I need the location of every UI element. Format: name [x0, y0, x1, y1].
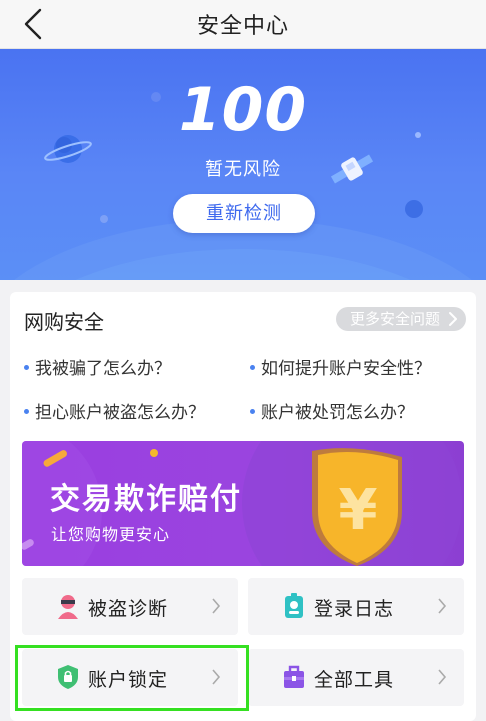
chevron-right-icon: [438, 669, 447, 685]
nav-bar: 安全中心: [0, 0, 486, 49]
chevron-right-icon: [212, 669, 221, 685]
badge-icon: [285, 593, 303, 618]
chevron-right-icon: [438, 598, 447, 614]
recheck-button[interactable]: 重新检测: [173, 194, 315, 233]
question-link[interactable]: 担心账户被盗怎么办？: [24, 398, 205, 423]
question-link[interactable]: 我被骗了怎么办？: [24, 354, 171, 379]
tool-label: 账户锁定: [88, 669, 169, 691]
all-tools-button[interactable]: 全部工具: [248, 649, 464, 706]
login-log-button[interactable]: 登录日志: [248, 578, 464, 635]
tool-label: 登录日志: [314, 598, 395, 620]
account-lock-button[interactable]: 账户锁定: [22, 649, 238, 706]
shield-lock-icon: [58, 665, 78, 689]
security-score: 100: [178, 75, 308, 145]
question-link[interactable]: 账户被处罚怎么办？: [250, 398, 414, 423]
shopping-security-card: 网购安全 更多安全问题 我被骗了怎么办？ 如何提升账户安全性？ 担心账户被盗怎么…: [10, 292, 476, 721]
more-security-questions-button[interactable]: 更多安全问题: [335, 307, 466, 331]
page-title: 安全中心: [196, 14, 289, 39]
bullet-dot: [24, 408, 29, 414]
theft-diagnosis-button[interactable]: 被盗诊断: [22, 578, 238, 635]
more-label: 更多安全问题: [349, 310, 440, 328]
thief-icon: [58, 595, 78, 619]
banner-title: 交易欺诈赔付: [50, 482, 242, 517]
question-link[interactable]: 如何提升账户安全性？: [250, 354, 431, 379]
toolbox-icon: [284, 665, 304, 688]
chevron-right-icon: [449, 312, 457, 326]
banner-subtitle: 让您购物更安心: [51, 525, 171, 544]
bullet-dot: [250, 364, 255, 370]
bullet-dot: [24, 364, 29, 370]
svg-text:¥: ¥: [339, 478, 378, 543]
risk-status: 暂无风险: [205, 159, 281, 180]
chevron-right-icon: [212, 598, 221, 614]
tool-label: 全部工具: [314, 669, 395, 691]
tool-label: 被盗诊断: [88, 598, 169, 620]
security-score-panel: 100 暂无风险 重新检测: [0, 49, 486, 280]
bullet-dot: [250, 408, 255, 414]
section-title: 网购安全: [24, 310, 104, 334]
fraud-compensation-banner[interactable]: ¥ 交易欺诈赔付 让您购物更安心: [22, 441, 464, 566]
